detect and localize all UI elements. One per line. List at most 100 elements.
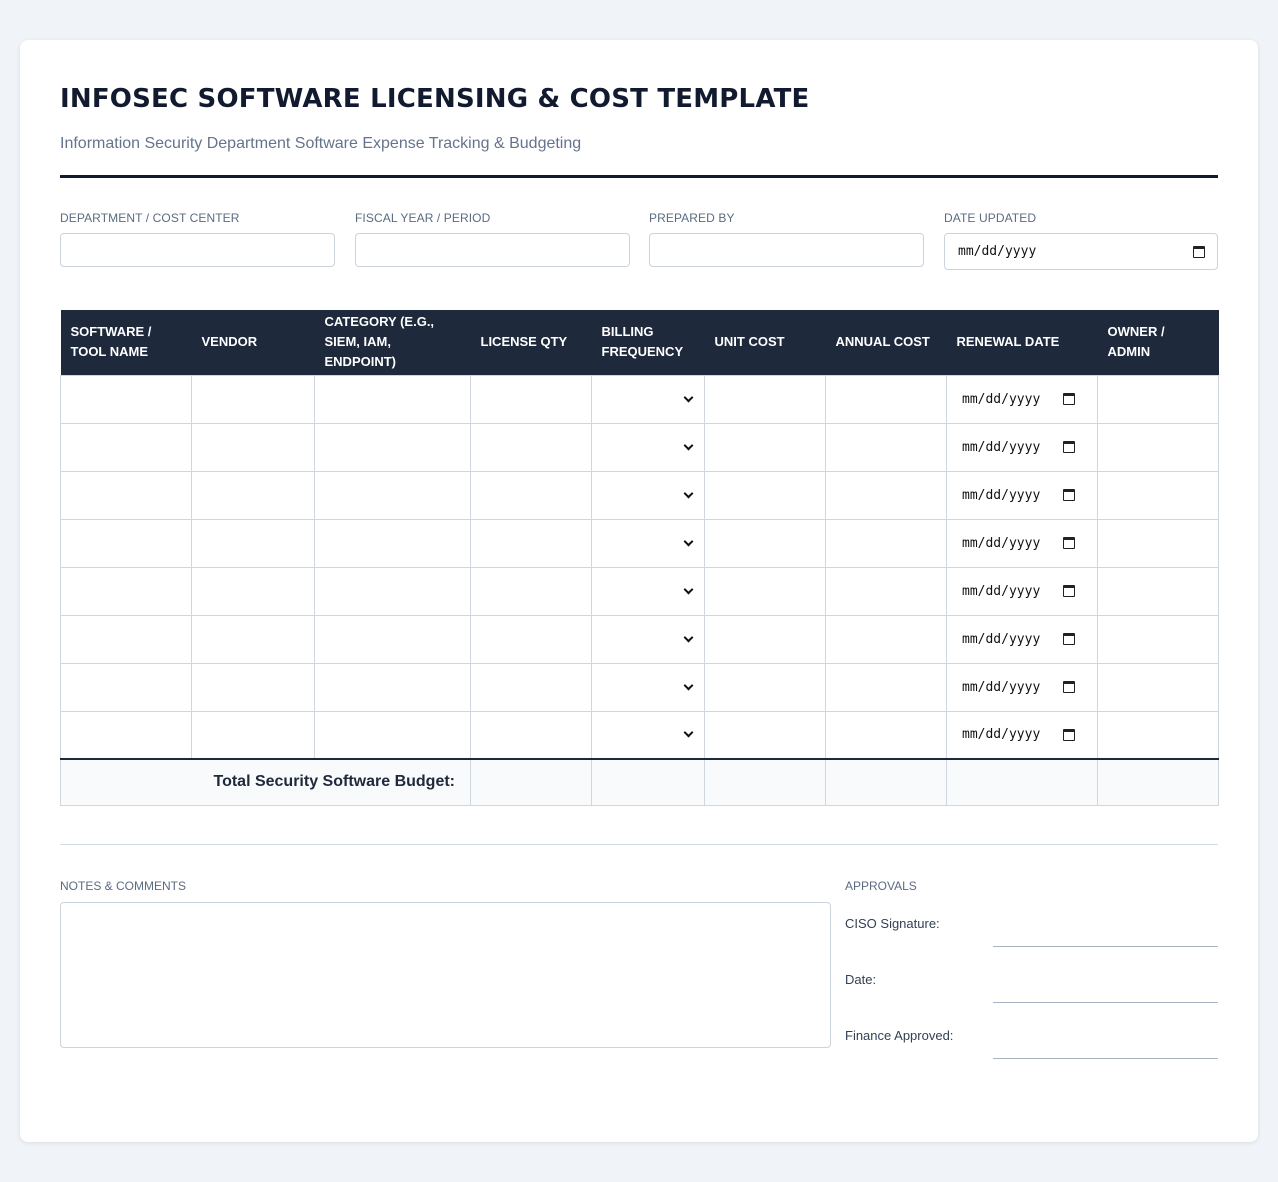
owner-admin-cell[interactable]	[1097, 566, 1219, 616]
unit-cost-cell[interactable]	[704, 662, 826, 712]
billing-frequency-dropdown[interactable]	[592, 472, 704, 519]
billing-frequency-select[interactable]	[591, 422, 705, 472]
category-cell[interactable]	[314, 422, 471, 472]
renewal-date-input[interactable]: mm/dd/yyyy	[946, 710, 1098, 760]
software-name-cell[interactable]	[60, 422, 192, 472]
unit-cost-cell[interactable]	[704, 566, 826, 616]
category-cell[interactable]	[314, 518, 471, 568]
approval-date-line[interactable]	[993, 1002, 1218, 1003]
category-cell[interactable]	[314, 566, 471, 616]
renewal-date-field[interactable]: mm/dd/yyyy	[947, 472, 1097, 519]
category-cell[interactable]	[314, 662, 471, 712]
renewal-date-input[interactable]: mm/dd/yyyy	[946, 422, 1098, 472]
billing-frequency-dropdown[interactable]	[592, 664, 704, 711]
annual-cost-cell[interactable]	[825, 422, 947, 472]
vendor-cell[interactable]	[191, 566, 315, 616]
calendar-icon[interactable]	[1063, 489, 1075, 501]
finance-approved-line[interactable]	[993, 1058, 1218, 1059]
license-qty-cell[interactable]	[470, 710, 592, 760]
owner-admin-cell[interactable]	[1097, 374, 1219, 424]
annual-cost-cell[interactable]	[825, 566, 947, 616]
software-name-cell[interactable]	[60, 710, 192, 760]
renewal-date-input[interactable]: mm/dd/yyyy	[946, 662, 1098, 712]
vendor-cell[interactable]	[191, 470, 315, 520]
software-name-cell[interactable]	[60, 518, 192, 568]
billing-frequency-select[interactable]	[591, 710, 705, 760]
license-qty-cell[interactable]	[470, 470, 592, 520]
calendar-icon[interactable]	[1063, 537, 1075, 549]
renewal-date-field[interactable]: mm/dd/yyyy	[947, 568, 1097, 615]
notes-textarea[interactable]	[60, 902, 831, 1048]
ciso-signature-line[interactable]	[993, 946, 1218, 947]
annual-cost-cell[interactable]	[825, 518, 947, 568]
annual-cost-cell[interactable]	[825, 710, 947, 760]
date-updated-input[interactable]: mm/dd/yyyy	[944, 233, 1218, 270]
billing-frequency-dropdown[interactable]	[592, 376, 704, 423]
owner-admin-cell[interactable]	[1097, 662, 1219, 712]
annual-cost-cell[interactable]	[825, 614, 947, 664]
vendor-cell[interactable]	[191, 662, 315, 712]
billing-frequency-select[interactable]	[591, 614, 705, 664]
unit-cost-cell[interactable]	[704, 710, 826, 760]
billing-frequency-select[interactable]	[591, 374, 705, 424]
category-cell[interactable]	[314, 710, 471, 760]
unit-cost-cell[interactable]	[704, 470, 826, 520]
license-qty-cell[interactable]	[470, 518, 592, 568]
calendar-icon[interactable]	[1063, 585, 1075, 597]
category-cell[interactable]	[314, 614, 471, 664]
annual-cost-cell[interactable]	[825, 470, 947, 520]
software-name-cell[interactable]	[60, 374, 192, 424]
calendar-icon[interactable]	[1063, 728, 1075, 741]
owner-admin-cell[interactable]	[1097, 710, 1219, 760]
calendar-icon[interactable]	[1063, 441, 1075, 453]
billing-frequency-select[interactable]	[591, 662, 705, 712]
owner-admin-cell[interactable]	[1097, 422, 1219, 472]
renewal-date-input[interactable]: mm/dd/yyyy	[946, 518, 1098, 568]
vendor-cell[interactable]	[191, 710, 315, 760]
department-input[interactable]	[60, 233, 335, 267]
billing-frequency-dropdown[interactable]	[592, 424, 704, 471]
calendar-icon[interactable]	[1063, 681, 1075, 693]
calendar-icon[interactable]	[1063, 393, 1075, 405]
annual-cost-cell[interactable]	[825, 662, 947, 712]
renewal-date-input[interactable]: mm/dd/yyyy	[946, 614, 1098, 664]
owner-admin-cell[interactable]	[1097, 614, 1219, 664]
license-qty-cell[interactable]	[470, 614, 592, 664]
annual-cost-cell[interactable]	[825, 374, 947, 424]
fiscal-year-input[interactable]	[355, 233, 630, 267]
renewal-date-field[interactable]: mm/dd/yyyy	[947, 616, 1097, 663]
prepared-by-input[interactable]	[649, 233, 924, 267]
renewal-date-field[interactable]: mm/dd/yyyy	[947, 712, 1097, 759]
category-cell[interactable]	[314, 470, 471, 520]
software-name-cell[interactable]	[60, 470, 192, 520]
vendor-cell[interactable]	[191, 422, 315, 472]
renewal-date-field[interactable]: mm/dd/yyyy	[947, 376, 1097, 423]
renewal-date-field[interactable]: mm/dd/yyyy	[947, 664, 1097, 711]
billing-frequency-dropdown[interactable]	[592, 712, 704, 759]
billing-frequency-dropdown[interactable]	[592, 568, 704, 615]
license-qty-cell[interactable]	[470, 566, 592, 616]
billing-frequency-dropdown[interactable]	[592, 616, 704, 663]
renewal-date-field[interactable]: mm/dd/yyyy	[947, 520, 1097, 567]
renewal-date-field[interactable]: mm/dd/yyyy	[947, 424, 1097, 471]
calendar-icon[interactable]	[1193, 245, 1205, 258]
unit-cost-cell[interactable]	[704, 374, 826, 424]
renewal-date-input[interactable]: mm/dd/yyyy	[946, 470, 1098, 520]
unit-cost-cell[interactable]	[704, 614, 826, 664]
owner-admin-cell[interactable]	[1097, 518, 1219, 568]
category-cell[interactable]	[314, 374, 471, 424]
license-qty-cell[interactable]	[470, 422, 592, 472]
software-name-cell[interactable]	[60, 662, 192, 712]
software-name-cell[interactable]	[60, 566, 192, 616]
owner-admin-cell[interactable]	[1097, 470, 1219, 520]
unit-cost-cell[interactable]	[704, 422, 826, 472]
software-name-cell[interactable]	[60, 614, 192, 664]
billing-frequency-dropdown[interactable]	[592, 520, 704, 567]
billing-frequency-select[interactable]	[591, 566, 705, 616]
vendor-cell[interactable]	[191, 374, 315, 424]
license-qty-cell[interactable]	[470, 374, 592, 424]
vendor-cell[interactable]	[191, 614, 315, 664]
billing-frequency-select[interactable]	[591, 518, 705, 568]
renewal-date-input[interactable]: mm/dd/yyyy	[946, 374, 1098, 424]
vendor-cell[interactable]	[191, 518, 315, 568]
